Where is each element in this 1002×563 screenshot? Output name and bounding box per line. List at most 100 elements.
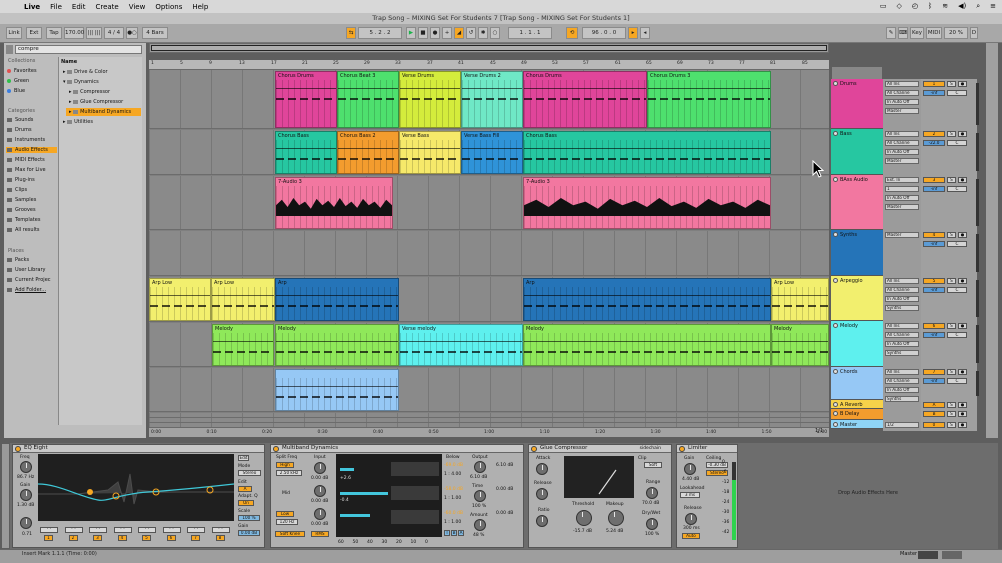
eq-display[interactable]	[38, 454, 234, 521]
tree-dynamics[interactable]: ▾ Dynamics	[63, 79, 99, 85]
limiter-auto-button[interactable]: Auto	[682, 533, 700, 539]
track-fold-icon[interactable]	[833, 369, 838, 374]
glue-makeup-value[interactable]: 5.24 dB	[606, 529, 623, 534]
track-volume[interactable]: -inf	[923, 90, 945, 96]
category-plug-ins[interactable]: Plug-ins	[7, 177, 35, 183]
mb-output-mid[interactable]: 0.00 dB	[496, 487, 513, 492]
track-pan[interactable]: C	[947, 287, 967, 293]
menu-create[interactable]: Create	[95, 3, 118, 11]
track-io-chooser[interactable]: In Auto Off	[885, 296, 919, 302]
glue-power-icon[interactable]	[531, 446, 537, 452]
menu-options[interactable]: Options	[155, 3, 182, 11]
category-midi-effects[interactable]: MIDI Effects	[7, 157, 45, 163]
arrangement-clip[interactable]: Arp	[523, 278, 771, 321]
track-activator[interactable]: 4	[923, 232, 945, 238]
category-grooves[interactable]: Grooves	[7, 207, 36, 213]
track-activator[interactable]: 0	[923, 422, 945, 428]
eq-band-filter-7[interactable]: ⌒	[187, 527, 205, 533]
glue-makeup-knob[interactable]	[608, 510, 624, 526]
arrangement-clip[interactable]	[275, 369, 399, 411]
dropbox-icon[interactable]: ◇	[897, 2, 902, 11]
arrangement-clip[interactable]: Verse Bass	[399, 131, 461, 174]
follow-icon[interactable]: ⇆	[346, 27, 356, 39]
mb-input-knob-low[interactable]	[314, 508, 326, 520]
track-fold-icon[interactable]	[833, 177, 838, 182]
loop-switch-icon[interactable]: ⟲	[566, 27, 578, 39]
eq-q-knob[interactable]	[20, 517, 32, 529]
track-io-chooser[interactable]: In Auto Off	[885, 387, 919, 393]
mb-below-high[interactable]: -69.0 dB	[444, 463, 463, 468]
mb-output-high-2[interactable]: 6.10 dB	[496, 463, 513, 468]
midi-map-button[interactable]: MIDI	[926, 27, 942, 39]
solo-button[interactable]: S	[947, 278, 956, 284]
overdub-icon[interactable]: +	[442, 27, 452, 39]
track-header[interactable]: A Reverb	[831, 400, 883, 409]
track-io-chooser[interactable]: All Channe	[885, 140, 919, 146]
key-map-button[interactable]: Key	[910, 27, 924, 39]
place-current-project[interactable]: Current Projec	[7, 277, 51, 283]
track-io-chooser[interactable]: In Auto Off	[885, 341, 919, 347]
track-io-chooser[interactable]: Master	[885, 158, 919, 164]
eq-band-toggle-5[interactable]: 5	[142, 535, 151, 541]
arrangement-clip[interactable]: Melody	[523, 324, 771, 366]
punch-out-icon[interactable]: ◂	[640, 27, 650, 39]
eq-band-toggle-4[interactable]: 4	[117, 535, 127, 541]
track-lane[interactable]	[149, 231, 829, 276]
arrangement-clip[interactable]: Chorus Beat 3	[337, 71, 399, 128]
arrangement-clip[interactable]: Chorus Drums 3	[647, 71, 771, 128]
track-pan[interactable]: C	[947, 90, 967, 96]
track-header[interactable]: Drums	[831, 79, 883, 129]
eq-power-icon[interactable]	[15, 446, 21, 452]
punch-in-icon[interactable]: ▸	[628, 27, 638, 39]
limiter-release-value[interactable]: 300 ms	[683, 526, 700, 531]
track-io-chooser[interactable]: Master	[885, 204, 919, 210]
eq-band-toggle-8[interactable]: 8	[215, 535, 225, 541]
mb-amount-knob[interactable]	[474, 519, 486, 531]
tree-compressor[interactable]: ▸ Compressor	[69, 89, 110, 95]
solo-button[interactable]: S	[947, 177, 956, 183]
stop-icon[interactable]: ■	[418, 27, 428, 39]
bluetooth-icon[interactable]: ᛒ	[928, 2, 932, 11]
track-header[interactable]: Synths	[831, 230, 883, 276]
computer-keyboard-icon[interactable]: ⌨	[898, 27, 908, 39]
place-packs[interactable]: Packs	[7, 257, 29, 263]
wifi-icon[interactable]: ≋	[942, 2, 948, 11]
mb-rms-button[interactable]: RMS	[311, 531, 329, 537]
glue-attack-knob[interactable]	[536, 463, 548, 475]
arm-button[interactable]: ●	[958, 411, 967, 417]
eq-band-filter-3[interactable]: ⌒	[89, 527, 107, 533]
mb-b-button[interactable]: B	[451, 530, 457, 536]
arrangement-clip[interactable]: Chorus Bass	[275, 131, 337, 174]
screen-icon[interactable]: ▭	[880, 2, 887, 11]
glue-threshold-value[interactable]: -15.7 dB	[573, 529, 592, 534]
quantize-select[interactable]: 4 Bars	[142, 27, 168, 39]
arm-button[interactable]: ●	[958, 278, 967, 284]
menu-view[interactable]: View	[129, 3, 146, 11]
track-io-chooser[interactable]: Synths	[885, 350, 919, 356]
category-templates[interactable]: Templates	[7, 217, 40, 223]
eq-band-filter-2[interactable]: ⌒	[64, 527, 83, 533]
track-activator[interactable]: A	[923, 402, 945, 408]
mb-output-high[interactable]: 6.10 dB	[470, 475, 487, 480]
track-header[interactable]: B Delay	[831, 409, 883, 420]
track-io-chooser[interactable]: All Ins	[885, 131, 919, 137]
track-io-chooser[interactable]: In Auto Off	[885, 149, 919, 155]
name-column-header[interactable]: Name	[61, 59, 77, 65]
track-volume[interactable]: -inf	[923, 186, 945, 192]
eq-band-filter-5[interactable]: ⌒	[138, 527, 156, 533]
session-record-icon[interactable]: ○	[490, 27, 500, 39]
arrangement-clip[interactable]: 7-Audio 3	[523, 177, 771, 229]
tree-glue-compressor[interactable]: ▸ Glue Compressor	[69, 99, 123, 105]
browser-search-input[interactable]: compre	[15, 45, 142, 54]
limiter-power-icon[interactable]	[679, 446, 685, 452]
limiter-release-knob[interactable]	[685, 513, 697, 525]
track-lane[interactable]	[149, 368, 829, 412]
track-io-chooser[interactable]: All Ins	[885, 278, 919, 284]
track-pan[interactable]: C	[947, 241, 967, 247]
arrangement-clip[interactable]: Chorus Drums	[275, 71, 337, 128]
track-activator[interactable]: 3	[923, 177, 945, 183]
loop-start-field[interactable]: 1 . 1 . 1	[508, 27, 552, 39]
track-header[interactable]: Arpeggio	[831, 276, 883, 321]
tap-button[interactable]: Tap	[46, 27, 62, 39]
track-volume[interactable]: -inf	[923, 332, 945, 338]
